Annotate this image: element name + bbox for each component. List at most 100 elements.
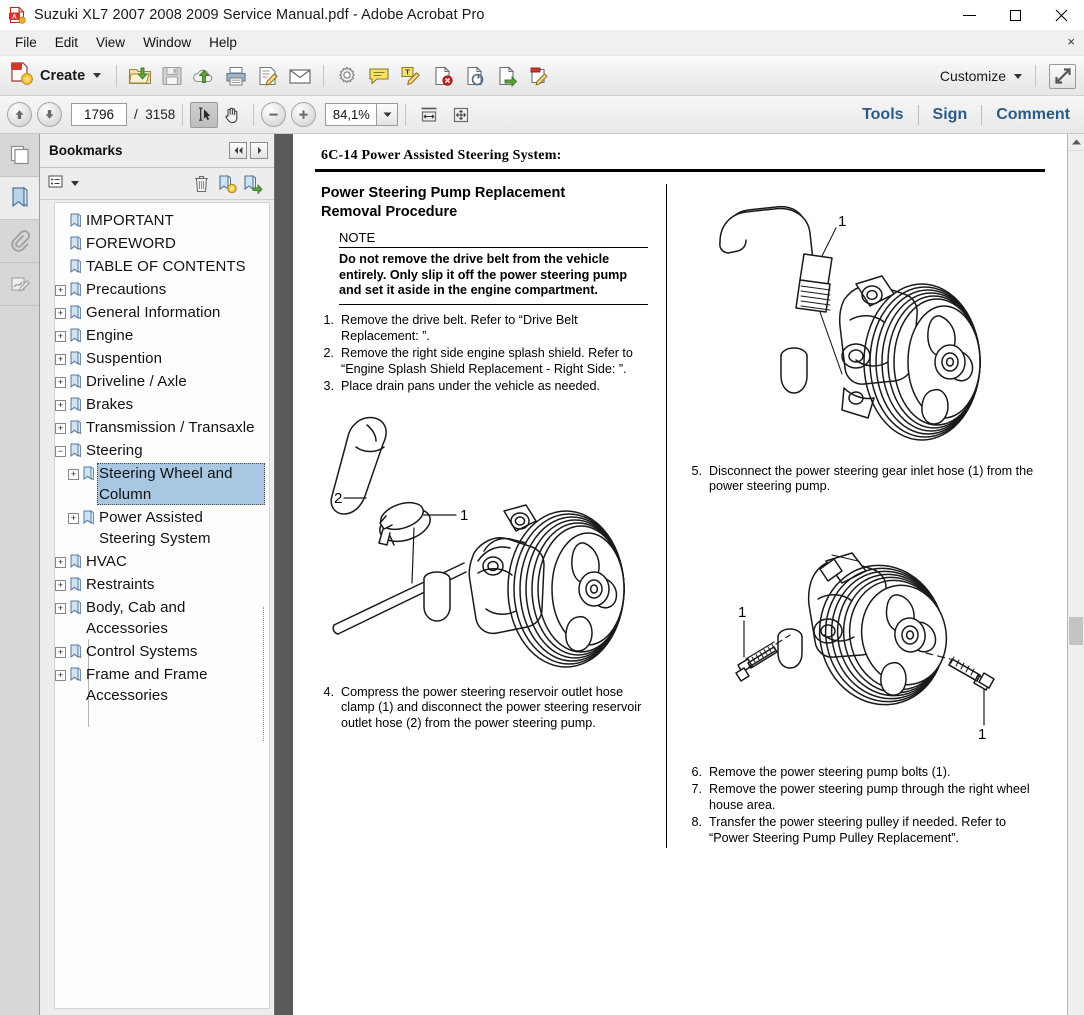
- create-button[interactable]: Create: [6, 58, 109, 93]
- current-page-input[interactable]: 1796: [71, 103, 127, 126]
- bookmark-item[interactable]: + General Information: [55, 301, 269, 324]
- acrobat-window: A Suzuki XL7 2007 2008 2009 Service Manu…: [0, 0, 1084, 1015]
- bookmark-item[interactable]: + Frame and Frame Accessories: [55, 663, 269, 707]
- expand-toggle-icon[interactable]: +: [55, 580, 66, 591]
- zoom-in-icon[interactable]: [291, 102, 317, 127]
- collapse-toggle-icon[interactable]: −: [55, 446, 66, 457]
- menu-edit[interactable]: Edit: [46, 32, 87, 54]
- bookmark-item[interactable]: + Power Assisted Steering System: [55, 506, 269, 550]
- upload-cloud-icon[interactable]: [188, 61, 220, 91]
- bookmarks-scroll-thumb[interactable]: [263, 607, 268, 741]
- bookmark-label: Engine: [86, 327, 134, 344]
- fit-width-icon[interactable]: [413, 100, 445, 130]
- expand-toggle-icon[interactable]: +: [55, 557, 66, 568]
- bookmark-item[interactable]: + Suspention: [55, 347, 269, 370]
- bookmark-item[interactable]: + Precautions: [55, 278, 269, 301]
- customize-button-label[interactable]: Customize: [940, 68, 1006, 84]
- expand-toggle-icon[interactable]: +: [55, 285, 66, 296]
- comment-button[interactable]: Comment: [982, 106, 1084, 124]
- expand-toggle-icon[interactable]: +: [55, 331, 66, 342]
- procedure-step: 2. Remove the right side engine splash sh…: [321, 346, 648, 377]
- arrow-up-icon[interactable]: [7, 102, 32, 127]
- sign-button[interactable]: Sign: [919, 106, 982, 124]
- expand-toggle-icon[interactable]: +: [55, 423, 66, 434]
- settings-gear-icon[interactable]: [331, 61, 363, 91]
- bookmark-item[interactable]: + Restraints: [55, 573, 269, 596]
- edit-document-icon[interactable]: [523, 61, 555, 91]
- email-icon[interactable]: [284, 61, 316, 91]
- bookmark-item[interactable]: + Steering Wheel and Column: [55, 462, 269, 506]
- chevron-down-icon[interactable]: [1014, 73, 1022, 79]
- bookmark-label: Restraints: [86, 576, 155, 593]
- step-number: 7.: [691, 782, 702, 796]
- bookmark-item[interactable]: IMPORTANT: [55, 209, 269, 232]
- chevron-right-icon[interactable]: [250, 142, 268, 159]
- close-icon[interactable]: [1038, 0, 1084, 30]
- expand-toggle-icon[interactable]: +: [68, 513, 79, 524]
- document-scrollbar[interactable]: [1067, 134, 1084, 1015]
- bookmark-item[interactable]: + Brakes: [55, 393, 269, 416]
- chevron-down-icon[interactable]: [377, 103, 399, 126]
- new-bookmark-icon[interactable]: [214, 172, 240, 196]
- menu-help[interactable]: Help: [200, 32, 246, 54]
- delete-pages-icon[interactable]: [427, 61, 459, 91]
- print-icon[interactable]: [220, 61, 252, 91]
- close-document-button[interactable]: ×: [1067, 34, 1075, 50]
- bookmark-item[interactable]: + Control Systems: [55, 640, 269, 663]
- sign-document-icon[interactable]: [252, 61, 284, 91]
- chevron-down-icon[interactable]: [71, 181, 79, 186]
- menu-view[interactable]: View: [87, 32, 134, 54]
- fullscreen-icon[interactable]: [1049, 63, 1076, 89]
- trash-icon[interactable]: [188, 172, 214, 196]
- hand-icon[interactable]: [218, 102, 246, 128]
- pdf-page[interactable]: 6C-14 Power Assisted Steering System: Po…: [293, 134, 1067, 1015]
- replace-pages-icon[interactable]: [491, 61, 523, 91]
- bookmarks-icon[interactable]: [0, 177, 39, 220]
- bookmark-item[interactable]: + HVAC: [55, 550, 269, 573]
- sticky-note-comment-icon[interactable]: [363, 61, 395, 91]
- expand-toggle-icon[interactable]: +: [55, 377, 66, 388]
- bookmarks-scrollbar[interactable]: [262, 203, 268, 1008]
- arrow-down-icon[interactable]: [37, 102, 62, 127]
- main-toolbar: Create T Customize: [0, 56, 1084, 96]
- options-list-icon[interactable]: [48, 174, 67, 194]
- page-thumbnails-icon[interactable]: [0, 134, 39, 177]
- expand-toggle-icon[interactable]: +: [55, 354, 66, 365]
- bookmark-item[interactable]: − Steering: [55, 439, 269, 462]
- bookmark-item[interactable]: + Engine: [55, 324, 269, 347]
- navigation-toolbar: 1796 / 3158 84,1% Tools Sign Comment: [0, 96, 1084, 134]
- extract-pages-icon[interactable]: [459, 61, 491, 91]
- double-chevron-left-icon[interactable]: [229, 142, 247, 159]
- zoom-level-input[interactable]: 84,1%: [325, 103, 378, 126]
- expand-toggle-icon[interactable]: +: [55, 647, 66, 658]
- expand-toggle-icon[interactable]: +: [55, 670, 66, 681]
- chevron-up-icon[interactable]: [1068, 134, 1084, 151]
- menu-file[interactable]: File: [6, 32, 46, 54]
- signatures-icon[interactable]: [0, 263, 39, 306]
- bookmark-item[interactable]: + Body, Cab and Accessories: [55, 596, 269, 640]
- highlight-text-icon[interactable]: T: [395, 61, 427, 91]
- expand-toggle-icon[interactable]: +: [68, 469, 79, 480]
- menu-window[interactable]: Window: [134, 32, 200, 54]
- select-text-icon[interactable]: [190, 101, 219, 128]
- bookmarks-tree[interactable]: IMPORTANT FOREWORD TABLE OF CONTENTS + Preca…: [54, 202, 270, 1009]
- save-icon[interactable]: [156, 61, 188, 91]
- expand-toggle-icon[interactable]: +: [55, 603, 66, 614]
- tools-button[interactable]: Tools: [848, 106, 917, 124]
- minimize-icon[interactable]: [946, 0, 992, 30]
- bookmark-item[interactable]: TABLE OF CONTENTS: [55, 255, 269, 278]
- zoom-out-icon[interactable]: [261, 102, 287, 127]
- expand-toggle-icon[interactable]: +: [55, 400, 66, 411]
- expand-toggle-icon[interactable]: +: [55, 308, 66, 319]
- maximize-icon[interactable]: [992, 0, 1038, 30]
- bookmark-item[interactable]: + Transmission / Transaxle: [55, 416, 269, 439]
- bookmark-item[interactable]: FOREWORD: [55, 232, 269, 255]
- main-area: Bookmarks IMPORTANT FOREWORD TABLE OF CO…: [0, 134, 1084, 1015]
- attachments-paperclip-icon[interactable]: [0, 220, 39, 263]
- bookmark-item[interactable]: + Driveline / Axle: [55, 370, 269, 393]
- goto-bookmark-icon[interactable]: [240, 172, 266, 196]
- window-controls: [946, 0, 1084, 30]
- open-folder-icon[interactable]: [124, 61, 156, 91]
- document-scroll-thumb[interactable]: [1069, 617, 1083, 645]
- fit-page-icon[interactable]: [445, 100, 477, 130]
